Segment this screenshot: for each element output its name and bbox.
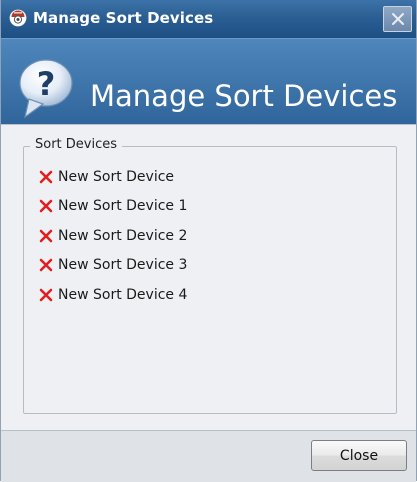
- window-title: Manage Sort Devices: [33, 9, 214, 27]
- sort-device-label: New Sort Device 1: [58, 198, 188, 215]
- delete-x-icon[interactable]: [38, 228, 54, 244]
- sort-device-item[interactable]: New Sort Device 4: [38, 280, 187, 310]
- sort-device-item[interactable]: New Sort Device 3: [38, 251, 187, 281]
- sort-devices-group: Sort Devices New Sort Device New Sort De…: [23, 137, 397, 414]
- close-button[interactable]: Close: [311, 440, 407, 471]
- content-area: Sort Devices New Sort Device New Sort De…: [1, 124, 416, 431]
- group-legend: Sort Devices: [30, 137, 123, 152]
- sort-device-label: New Sort Device 3: [58, 257, 188, 274]
- sort-device-label: New Sort Device 4: [58, 286, 188, 303]
- dialog-window: Manage Sort Devices ? Manage Sort Device…: [0, 0, 417, 482]
- sort-device-list: New Sort Device New Sort Device 1 New So…: [38, 162, 187, 310]
- app-icon: [9, 9, 27, 27]
- title-bar[interactable]: Manage Sort Devices: [1, 0, 416, 38]
- delete-x-icon[interactable]: [38, 257, 54, 273]
- banner-title: Manage Sort Devices: [90, 79, 398, 113]
- header-banner: ? Manage Sort Devices: [1, 38, 416, 125]
- close-icon: [391, 13, 404, 25]
- delete-x-icon[interactable]: [38, 198, 54, 214]
- dialog-footer: Close: [1, 430, 416, 482]
- sort-device-item[interactable]: New Sort Device 1: [38, 192, 187, 222]
- sort-device-label: New Sort Device: [58, 168, 175, 185]
- title-close-button[interactable]: [383, 6, 412, 32]
- svg-text:?: ?: [37, 65, 56, 103]
- sort-device-label: New Sort Device 2: [58, 227, 188, 244]
- delete-x-icon[interactable]: [38, 169, 54, 185]
- sort-device-item[interactable]: New Sort Device: [38, 162, 187, 192]
- help-question-icon: ?: [15, 57, 77, 121]
- delete-x-icon[interactable]: [38, 287, 54, 303]
- sort-device-item[interactable]: New Sort Device 2: [38, 221, 187, 251]
